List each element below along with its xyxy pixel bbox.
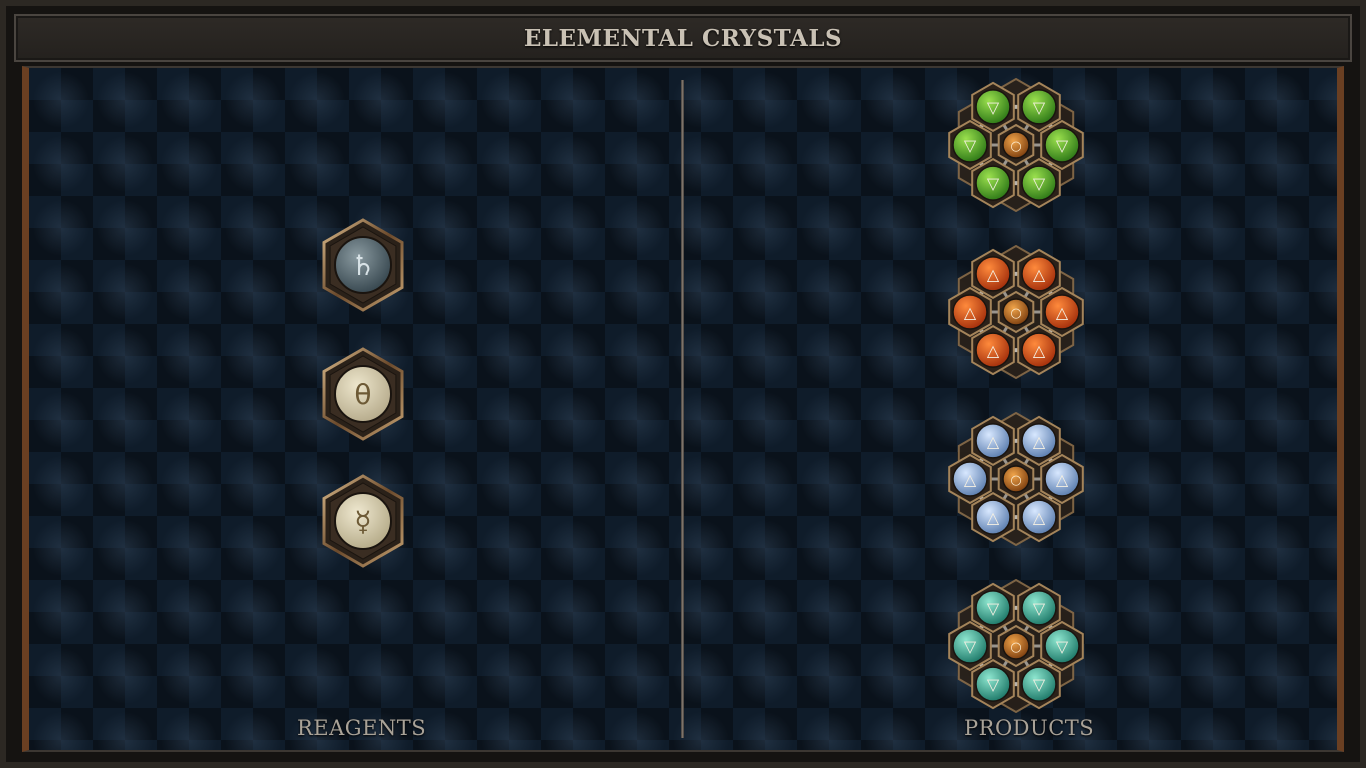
svg-text:△: △ <box>987 265 1000 284</box>
mercury-reagent-icon[interactable]: ☿ <box>321 474 405 568</box>
svg-text:△: △ <box>1033 265 1046 284</box>
svg-text:△: △ <box>1033 341 1046 360</box>
air-crystal-molecule-icon[interactable]: ○ △ △ △ △ △ △ <box>946 411 1086 547</box>
svg-text:θ: θ <box>354 378 371 411</box>
board: ♄ θ ☿ ○ ▽ ▽ ▽ ▽ ▽ ▽ ○ △ △ △ △ △ △ ○ △ △ … <box>22 66 1344 752</box>
svg-text:△: △ <box>1056 303 1069 322</box>
svg-text:☿: ☿ <box>354 505 371 538</box>
saturn-reagent-icon[interactable]: ♄ <box>321 218 405 312</box>
svg-text:○: ○ <box>1010 139 1021 154</box>
svg-text:△: △ <box>1033 508 1046 527</box>
svg-text:○: ○ <box>1010 306 1021 321</box>
svg-text:△: △ <box>964 470 977 489</box>
window-title: ELEMENTAL CRYSTALS <box>523 24 843 52</box>
svg-text:○: ○ <box>1010 640 1021 655</box>
svg-text:△: △ <box>1056 470 1069 489</box>
svg-text:▽: ▽ <box>987 675 1000 694</box>
svg-text:▽: ▽ <box>1033 599 1046 618</box>
svg-text:○: ○ <box>1010 473 1021 488</box>
svg-text:▽: ▽ <box>1033 675 1046 694</box>
svg-text:△: △ <box>964 303 977 322</box>
panel-divider <box>681 80 684 738</box>
fire-crystal-molecule-icon[interactable]: ○ △ △ △ △ △ △ <box>946 244 1086 380</box>
svg-text:▽: ▽ <box>1056 136 1069 155</box>
svg-text:▽: ▽ <box>1033 98 1046 117</box>
svg-text:△: △ <box>987 508 1000 527</box>
products-label: PRODUCTS <box>964 716 1095 740</box>
svg-text:△: △ <box>987 341 1000 360</box>
svg-text:♄: ♄ <box>350 249 375 282</box>
svg-text:▽: ▽ <box>964 136 977 155</box>
svg-text:△: △ <box>987 432 1000 451</box>
water-crystal-molecule-icon[interactable]: ○ ▽ ▽ ▽ ▽ ▽ ▽ <box>946 578 1086 714</box>
title-bar: ELEMENTAL CRYSTALS <box>14 14 1352 62</box>
svg-text:▽: ▽ <box>964 637 977 656</box>
svg-text:▽: ▽ <box>987 98 1000 117</box>
earth-crystal-molecule-icon[interactable]: ○ ▽ ▽ ▽ ▽ ▽ ▽ <box>946 77 1086 213</box>
reagents-label: REAGENTS <box>297 716 427 740</box>
svg-text:▽: ▽ <box>1056 637 1069 656</box>
salt-reagent-icon[interactable]: θ <box>321 347 405 441</box>
svg-text:▽: ▽ <box>987 599 1000 618</box>
svg-text:▽: ▽ <box>1033 174 1046 193</box>
svg-text:▽: ▽ <box>987 174 1000 193</box>
svg-text:△: △ <box>1033 432 1046 451</box>
